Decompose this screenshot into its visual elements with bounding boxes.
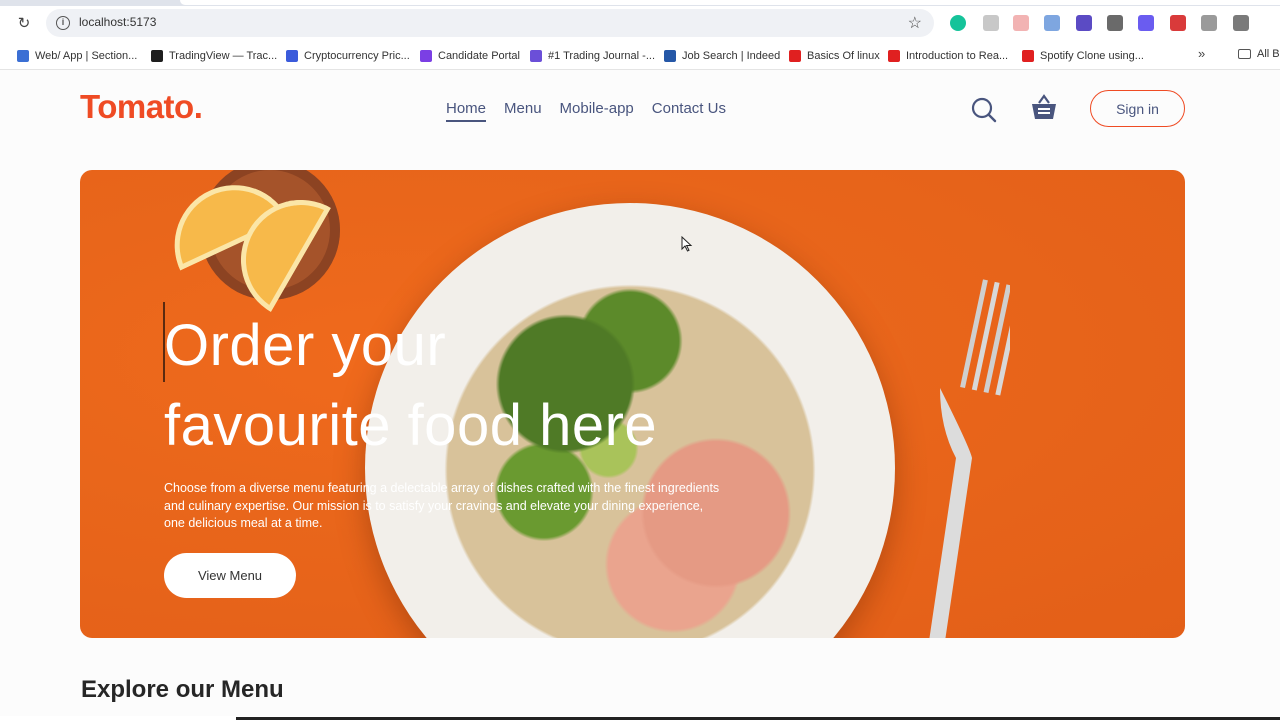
fork-image — [929, 279, 1010, 638]
nav-menu-link[interactable]: Menu — [504, 100, 542, 122]
view-menu-button[interactable]: View Menu — [164, 553, 296, 598]
red-extension-icon[interactable] — [1170, 15, 1186, 31]
nav-contact-us[interactable]: Contact Us — [652, 100, 726, 122]
address-bar[interactable]: i localhost:5173 ☆ — [46, 9, 934, 37]
bookmark-item[interactable]: Job Search | Indeed — [664, 48, 780, 64]
bookmark-label: TradingView — Trac... — [169, 50, 278, 62]
mouse-cursor-icon — [681, 236, 693, 252]
url-text[interactable]: localhost:5173 — [79, 15, 156, 29]
pip-extension-icon[interactable] — [1107, 15, 1123, 31]
bookmark-favicon-icon — [530, 50, 542, 62]
hero-description: Choose from a diverse menu featuring a d… — [164, 481, 720, 530]
nav-mobile-app[interactable]: Mobile-app — [560, 100, 634, 122]
nav-home[interactable]: Home — [446, 100, 487, 122]
bookmark-label: Spotify Clone using... — [1040, 50, 1144, 62]
bookmark-item[interactable]: Introduction to Rea... — [888, 48, 1008, 64]
all-bookmarks-label: All B — [1257, 48, 1280, 60]
bookmark-label: #1 Trading Journal -... — [548, 50, 656, 62]
hero-title: Order your favourite food here — [164, 306, 764, 466]
site-logo[interactable]: Tomato. — [80, 88, 203, 126]
search-icon[interactable] — [971, 97, 997, 123]
bookmark-item[interactable]: #1 Trading Journal -... — [530, 48, 655, 64]
more-bookmarks-chevron-icon[interactable]: » — [1198, 46, 1205, 61]
basket-icon[interactable] — [1030, 94, 1058, 122]
bookmark-favicon-icon — [17, 50, 29, 62]
bookmark-favicon-icon — [420, 50, 432, 62]
bookmark-favicon-icon — [664, 50, 676, 62]
bookmark-item[interactable]: TradingView — Trac... — [151, 48, 277, 64]
site-navbar: Tomato. Home Menu Mobile-app Contact Us … — [0, 72, 1280, 147]
bookmark-star-icon[interactable]: ☆ — [908, 13, 922, 33]
bookmark-favicon-icon — [151, 50, 163, 62]
bookmark-item[interactable]: Basics Of linux — [789, 48, 880, 64]
bookmark-item[interactable]: Spotify Clone using... — [1022, 48, 1144, 64]
calendar-extension-icon[interactable] — [1013, 15, 1029, 31]
extensions-puzzle-icon[interactable] — [1233, 15, 1249, 31]
all-bookmarks-folder[interactable]: All B — [1238, 48, 1280, 60]
nav-menu: Home Menu Mobile-app Contact Us — [446, 100, 726, 122]
bookmark-item[interactable]: Candidate Portal — [420, 48, 520, 64]
hero-title-line-2: favourite food here — [164, 393, 658, 458]
bookmark-label: Candidate Portal — [438, 50, 520, 62]
reload-icon[interactable]: ↻ — [14, 14, 34, 34]
bookmark-item[interactable]: Cryptocurrency Pric... — [286, 48, 410, 64]
hero-title-line-1: Order your — [164, 313, 447, 378]
camera-extension-icon[interactable] — [1201, 15, 1217, 31]
bookmark-label: Introduction to Rea... — [906, 50, 1009, 62]
bookmark-label: Job Search | Indeed — [682, 50, 781, 62]
video-progress-area — [0, 716, 1280, 720]
bookmark-label: Cryptocurrency Pric... — [304, 50, 410, 62]
youtube-favicon-icon — [1022, 50, 1034, 62]
youtube-favicon-icon — [789, 50, 801, 62]
d-extension-icon[interactable] — [1138, 15, 1154, 31]
explore-menu-heading: Explore our Menu — [81, 676, 284, 703]
sign-in-button[interactable]: Sign in — [1090, 90, 1185, 127]
reader-extension-icon[interactable] — [1044, 15, 1060, 31]
site-info-icon[interactable]: i — [56, 16, 70, 30]
folder-icon — [1238, 49, 1251, 59]
bookmark-label: Web/ App | Section... — [35, 50, 138, 62]
grammarly-extension-icon[interactable] — [950, 15, 966, 31]
browser-toolbar: ↻ i localhost:5173 ☆ — [0, 6, 1280, 40]
hero-banner: Order your favourite food here Choose fr… — [80, 170, 1185, 638]
bookmarks-bar: Web/ App | Section... TradingView — Trac… — [0, 40, 1280, 70]
youtube-favicon-icon — [888, 50, 900, 62]
active-tab-edge — [180, 0, 1280, 5]
bookmark-favicon-icon — [286, 50, 298, 62]
bookmark-label: Basics Of linux — [807, 50, 880, 62]
bookmark-item[interactable]: Web/ App | Section... — [17, 48, 137, 64]
teams-extension-icon[interactable] — [1076, 15, 1092, 31]
pen-extension-icon[interactable] — [983, 15, 999, 31]
